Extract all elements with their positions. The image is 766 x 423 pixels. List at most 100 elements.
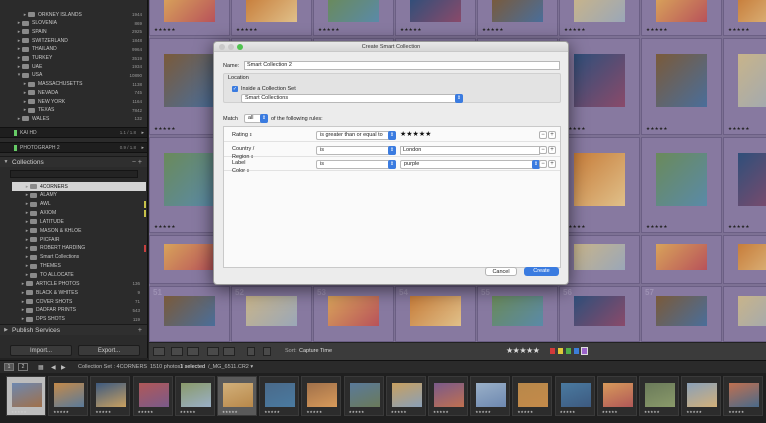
folder-row[interactable]: ▸ TEXAS 7842 bbox=[0, 106, 147, 115]
filmstrip-thumbnail[interactable] bbox=[518, 383, 549, 407]
rule-field-select[interactable]: Label Color ⇕ bbox=[229, 160, 257, 174]
photo-thumbnail[interactable] bbox=[738, 0, 766, 23]
rating-stars-value[interactable]: ★★★★★ bbox=[400, 130, 431, 138]
folder-row[interactable]: ▸ ORKNEY ISLANDS 1944 bbox=[0, 10, 147, 19]
filmstrip-thumbnail[interactable] bbox=[96, 383, 127, 407]
filmstrip-thumbnail[interactable] bbox=[223, 383, 253, 407]
folder-row[interactable]: ▸ SPAIN 2925 bbox=[0, 27, 147, 36]
photo-thumbnail[interactable] bbox=[164, 243, 215, 270]
photo-thumbnail[interactable] bbox=[574, 295, 625, 326]
grid-cell[interactable]: ★★★★★ bbox=[723, 38, 766, 135]
collection-row[interactable]: ▸ TO ALLOCATE bbox=[12, 271, 146, 280]
collection-row[interactable]: ▸ COVER SHOTS 71 bbox=[12, 297, 146, 306]
screen-2-button[interactable]: 2 bbox=[18, 363, 28, 371]
collection-row[interactable]: ▸ AXIOM bbox=[12, 209, 146, 218]
collections-header[interactable]: ▼ Collections − + bbox=[0, 156, 147, 167]
people-view-icon[interactable] bbox=[223, 347, 235, 356]
photo-thumbnail[interactable] bbox=[492, 0, 543, 23]
sort-select[interactable]: Capture Time bbox=[299, 348, 332, 354]
rule-operator-select[interactable]: is greater than or equal to ⇕ bbox=[316, 131, 396, 140]
grid-cell[interactable] bbox=[723, 286, 766, 342]
folder-row[interactable]: ▸ SWITZERLAND 1848 bbox=[0, 36, 147, 45]
purple-label-swatch[interactable] bbox=[581, 347, 588, 355]
filmstrip-cell[interactable]: ★★★★★ bbox=[174, 376, 215, 416]
cancel-button[interactable]: Cancel bbox=[485, 267, 517, 276]
grid-cell[interactable]: ★★★★★ bbox=[559, 0, 640, 36]
rule-operator-select[interactable]: is ⇕ bbox=[316, 145, 396, 155]
photo-thumbnail[interactable] bbox=[164, 54, 215, 108]
filmstrip-thumbnail[interactable] bbox=[307, 383, 338, 407]
filmstrip-thumbnail[interactable] bbox=[138, 383, 169, 407]
grid-cell[interactable]: 57 bbox=[641, 286, 722, 342]
add-rule-button[interactable]: + bbox=[548, 131, 556, 139]
folder-row[interactable]: ▸ NEVADA 745 bbox=[0, 88, 147, 97]
grid-cell[interactable]: ★★★★★ bbox=[641, 137, 722, 233]
publish-services-header[interactable]: ▶ Publish Services + bbox=[0, 324, 147, 335]
grid-cell[interactable]: ★★★★★ bbox=[149, 0, 230, 36]
filmstrip-thumbnail[interactable] bbox=[645, 383, 675, 407]
grid-cell[interactable]: 54 bbox=[395, 286, 476, 342]
photo-thumbnail[interactable] bbox=[574, 243, 625, 270]
create-button[interactable]: Create bbox=[524, 267, 559, 276]
loupe-view-icon[interactable] bbox=[171, 347, 183, 356]
grid-cell[interactable] bbox=[723, 235, 766, 284]
breadcrumb[interactable]: Collection Set : 4CORNERS bbox=[78, 364, 147, 370]
remove-rule-button[interactable]: − bbox=[539, 145, 547, 154]
collection-row[interactable]: ▸ PICFAIR bbox=[12, 235, 146, 244]
screen-1-button[interactable]: 1 bbox=[4, 363, 14, 371]
grid-toggle-icon[interactable]: ▦ bbox=[38, 364, 44, 371]
volume-bar[interactable]: PHOTOGRAPH 2 0.9 / 1.8 ▸ bbox=[0, 142, 147, 153]
filmstrip-cell[interactable]: ★★★★★ bbox=[343, 376, 384, 416]
back-arrow-icon[interactable]: ◀ bbox=[51, 364, 56, 371]
photo-thumbnail[interactable] bbox=[328, 0, 379, 23]
filmstrip[interactable]: ★★★★★ ★★★★★ ★★★★★ ★★★★★ ★★★★★ ★★★★★ ★★★★★ ★★★★★… bbox=[0, 373, 766, 423]
red-label-swatch[interactable] bbox=[550, 348, 555, 354]
grid-cell[interactable]: 53 bbox=[313, 286, 394, 342]
photo-thumbnail[interactable] bbox=[164, 153, 215, 206]
filmstrip-cell[interactable]: ★★★★★ bbox=[90, 376, 131, 416]
filmstrip-cell[interactable]: ★★★★★ bbox=[512, 376, 553, 416]
photo-thumbnail[interactable] bbox=[738, 54, 766, 108]
photo-thumbnail[interactable] bbox=[738, 243, 766, 270]
filmstrip-cell[interactable]: ★★★★★ bbox=[428, 376, 468, 416]
export-button[interactable]: Export... bbox=[78, 345, 140, 356]
filmstrip-cell[interactable]: ★★★★★ bbox=[301, 376, 342, 416]
collapse-triangle-icon[interactable]: ▼ bbox=[0, 159, 12, 165]
photo-thumbnail[interactable] bbox=[164, 295, 215, 326]
filename-display[interactable]: /_MG_6511.CR2 ▾ bbox=[208, 364, 253, 370]
folder-row[interactable]: ▾ USA 10890 bbox=[0, 71, 147, 80]
grid-cell[interactable] bbox=[559, 235, 640, 284]
photo-thumbnail[interactable] bbox=[574, 153, 625, 206]
filmstrip-cell[interactable]: ★★★★★ bbox=[723, 376, 764, 416]
collection-row[interactable]: ▸ MASON & KHLOE bbox=[12, 226, 146, 235]
photo-thumbnail[interactable] bbox=[492, 295, 543, 326]
grid-cell[interactable]: ★★★★★ bbox=[723, 0, 766, 36]
collection-row[interactable]: ▸ LATITUDE bbox=[12, 217, 146, 226]
photo-thumbnail[interactable] bbox=[246, 0, 297, 23]
filmstrip-cell[interactable]: ★★★★★ bbox=[132, 376, 173, 416]
photo-thumbnail[interactable] bbox=[246, 295, 297, 326]
rule-field-select[interactable]: Rating ⇕ bbox=[229, 131, 257, 140]
grid-view-icon[interactable] bbox=[153, 347, 165, 356]
yellow-label-swatch[interactable] bbox=[558, 348, 563, 354]
green-label-swatch[interactable] bbox=[566, 348, 571, 354]
filmstrip-cell[interactable]: ★★★★★ bbox=[554, 376, 595, 416]
publish-add-icon[interactable]: + bbox=[138, 327, 142, 334]
collection-set-select[interactable]: Smart Collections ⇕ bbox=[241, 94, 463, 103]
folder-row[interactable]: ▸ THAILAND 9964 bbox=[0, 45, 147, 54]
filmstrip-thumbnail[interactable] bbox=[476, 383, 507, 407]
filmstrip-thumbnail[interactable] bbox=[560, 383, 591, 407]
grid-cell[interactable]: 55 bbox=[477, 286, 558, 342]
rating-filter[interactable]: ★★★★★ bbox=[506, 346, 540, 355]
collection-row[interactable]: ▸ ALAMY bbox=[12, 191, 146, 200]
photo-thumbnail[interactable] bbox=[328, 295, 379, 326]
expand-triangle-icon[interactable]: ▶ bbox=[0, 327, 12, 333]
photo-thumbnail[interactable] bbox=[656, 243, 707, 270]
grid-cell[interactable]: ★★★★★ bbox=[559, 137, 640, 233]
folder-row[interactable]: ▸ TURKEY 3519 bbox=[0, 54, 147, 63]
collection-row[interactable]: ▸ Smart Collections bbox=[12, 253, 146, 262]
filmstrip-cell[interactable]: ★★★★★ bbox=[217, 376, 257, 416]
photo-thumbnail[interactable] bbox=[574, 54, 625, 108]
grid-cell[interactable]: ★★★★★ bbox=[641, 0, 722, 36]
grid-cell[interactable]: ★★★★★ bbox=[559, 38, 640, 135]
